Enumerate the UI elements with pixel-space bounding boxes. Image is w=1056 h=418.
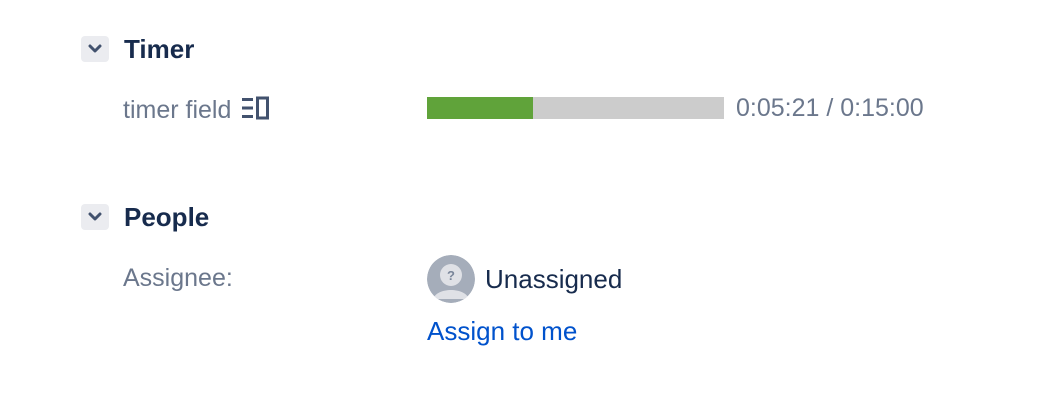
timer-progress-fill (427, 97, 534, 119)
people-section-toggle[interactable] (81, 204, 109, 230)
chevron-down-icon (88, 44, 102, 53)
timer-field-label-text: timer field (123, 96, 232, 124)
assignee-label: Assignee: (123, 266, 233, 291)
timer-section-header: Timer (81, 36, 194, 62)
timer-section-title: Timer (124, 34, 195, 64)
chevron-down-icon (88, 212, 102, 221)
timer-progress-bar (427, 97, 724, 119)
people-section-header: People (81, 204, 209, 230)
people-section-title: People (124, 202, 210, 232)
column-view-icon[interactable] (241, 95, 271, 126)
assignee-name: Unassigned (485, 264, 623, 294)
assign-to-me-link[interactable]: Assign to me (427, 317, 577, 346)
svg-text:?: ? (447, 268, 455, 283)
timer-section-toggle[interactable] (81, 36, 109, 62)
timer-field-label: timer field (123, 95, 271, 126)
assignee-value: ? Unassigned (427, 255, 622, 303)
unknown-user-avatar-icon: ? (427, 255, 475, 303)
assignee-label-text: Assignee: (123, 264, 233, 292)
timer-value: 0:05:21 / 0:15:00 (736, 94, 924, 122)
